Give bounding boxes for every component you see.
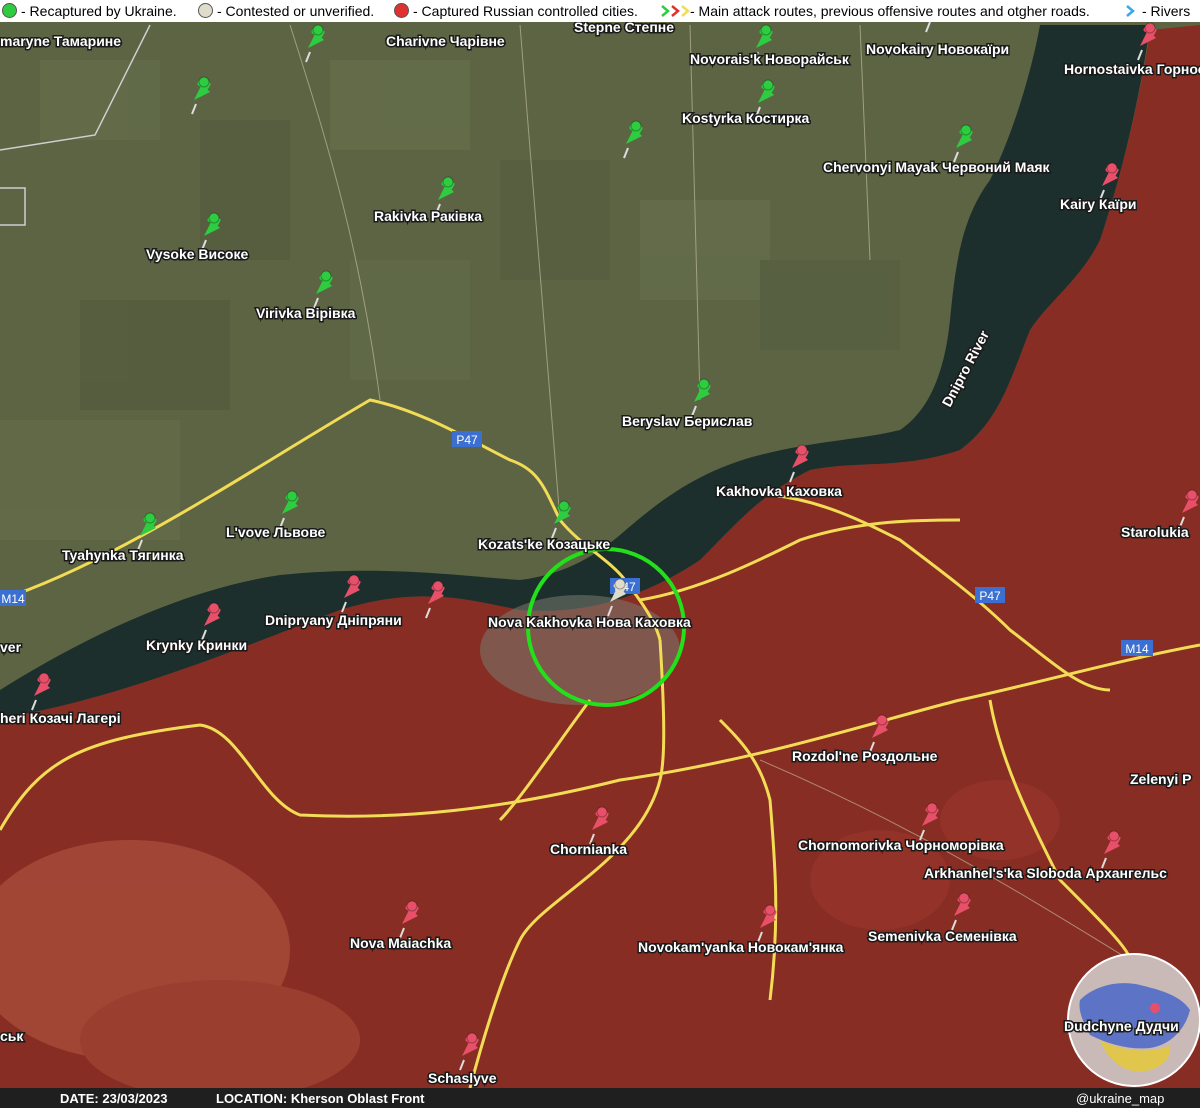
- footer-date: DATE: 23/03/2023: [60, 1091, 168, 1106]
- route-arrows-icon: [661, 5, 690, 17]
- label-dnipryany: Dnipryany Дніпряни: [265, 612, 402, 628]
- legend-recaptured: - Recaptured by Ukraine.: [2, 3, 177, 19]
- legend-contested: - Contested or unverified.: [198, 3, 374, 19]
- label-arkhanhelska: Arkhanhel's'ka Sloboda Архангельс: [924, 865, 1167, 881]
- footer-handle: @ukraine_map: [1076, 1091, 1165, 1106]
- label-charivne: Charivne Чарівне: [386, 33, 505, 49]
- label-chornianka: Chornianka: [550, 841, 627, 857]
- kherson-front-map[interactable]: P47 P47 P47 M14 M14: [0, 0, 1200, 1108]
- label-kakhovka: Kakhovka Каховка: [716, 483, 842, 499]
- label-tamaryne: marуne Тамарине: [0, 33, 121, 49]
- label-novokairy: Novokairy Новокаїри: [866, 41, 1009, 57]
- label-dudchyne: Dudchyne Дудчи: [1064, 1018, 1179, 1034]
- label-novokamianka: Novokam'yanka Новокам'янка: [638, 939, 844, 955]
- grey-dot-icon: [198, 3, 213, 18]
- label-semenivka: Semenivka Семенівка: [868, 928, 1017, 944]
- legend-routes: - Main attack routes, previous offensive…: [660, 3, 1090, 19]
- svg-text:P47: P47: [979, 589, 1001, 603]
- legend-rivers: - Rivers: [1124, 3, 1190, 19]
- label-kozachi-laheri: heri Козачі Лагері: [0, 710, 121, 726]
- road-shield-m14-b: M14: [1121, 640, 1153, 656]
- road-shield-p47-a: P47: [452, 431, 482, 447]
- label-starolukia: Starolukia: [1121, 524, 1189, 540]
- label-chervonyi-mayak: Chervonyi Mayak Червоний Маяк: [823, 159, 1051, 175]
- legend-bar: - Recaptured by Ukraine. - Contested or …: [0, 0, 1200, 22]
- label-nova-kakhovka: Nova Kakhovka Нова Каховка: [488, 614, 691, 630]
- legend-captured: - Captured Russian controlled cities.: [394, 3, 638, 19]
- label-chornomorivka: Chornomorivka Чорноморівка: [798, 837, 1004, 853]
- svg-text:M14: M14: [1, 592, 25, 606]
- label-rozdolne: Rozdol'ne Роздольне: [792, 748, 938, 764]
- legend-recaptured-text: - Recaptured by Ukraine.: [21, 3, 177, 19]
- river-line-icon: [1126, 5, 1135, 17]
- footer-bar: DATE: 23/03/2023 LOCATION: Kherson Oblas…: [0, 1088, 1200, 1108]
- label-zelenyi: Zelenyi P: [1130, 771, 1191, 787]
- legend-contested-text: - Contested or unverified.: [217, 3, 375, 19]
- legend-rivers-text: - Rivers: [1142, 3, 1191, 19]
- label-nova-maiachka: Nova Maiachka: [350, 935, 451, 951]
- label-vysoke: Vysoke Високе: [146, 246, 248, 262]
- nova-kakhovka-area: [480, 595, 680, 705]
- svg-text:M14: M14: [1125, 642, 1149, 656]
- svg-text:P47: P47: [456, 433, 478, 447]
- label-river-edge: ver: [0, 639, 22, 655]
- label-krynky: Krynky Кринки: [146, 637, 247, 653]
- label-kostyrka: Kostyrka Костирка: [682, 110, 810, 126]
- road-shield-m14-a: M14: [0, 590, 26, 606]
- footer-location: LOCATION: Kherson Oblast Front: [216, 1091, 425, 1106]
- label-sk: ськ: [0, 1028, 24, 1044]
- label-kairy: Kairy Каїри: [1060, 196, 1137, 212]
- red-dot-icon: [394, 3, 409, 18]
- label-tyahynka: Tyahynka Тягинка: [62, 547, 184, 563]
- green-dot-icon: [2, 3, 17, 18]
- label-schaslyve: Schaslyve: [428, 1070, 497, 1086]
- label-novorais-k: Novorais'k Новорайськ: [690, 51, 850, 67]
- label-rakivka: Rakivka Раківка: [374, 208, 482, 224]
- label-hornostaivka: Hornostaivka Горнос: [1064, 61, 1200, 77]
- label-beryslav: Beryslav Берислав: [622, 413, 753, 429]
- legend-captured-text: - Captured Russian controlled cities.: [413, 3, 638, 19]
- label-lvove: L'vove Львове: [226, 524, 326, 540]
- road-shield-p47-c: P47: [975, 587, 1005, 603]
- label-kozatske: Kozats'ke Козацьке: [478, 536, 610, 552]
- label-virivka: Virivka Вірівка: [256, 305, 356, 321]
- legend-routes-text: - Main attack routes, previous offensive…: [690, 3, 1090, 19]
